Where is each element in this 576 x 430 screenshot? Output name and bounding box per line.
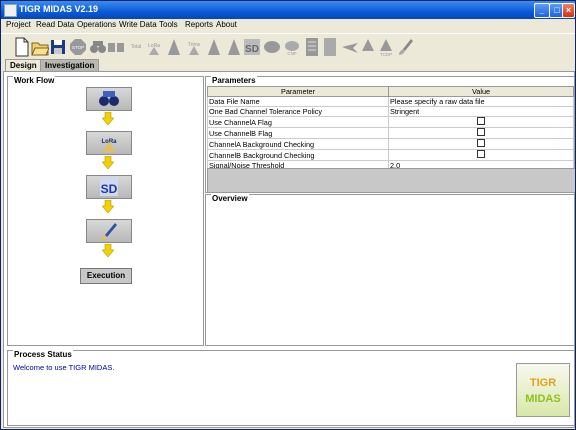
parameters-table: Parameter Value Data File Name Please sp… (207, 86, 574, 171)
filter-icon[interactable]: CNF (283, 37, 301, 57)
workflow-panel: Work Flow LoRa SD Execution (7, 76, 204, 346)
save-disk-icon[interactable] (49, 37, 67, 57)
table-empty-area (207, 168, 575, 193)
menu-write-data[interactable]: Write Data (119, 20, 157, 29)
menu-bar: Project Read Data Operations Write Data … (1, 19, 575, 32)
new-file-icon[interactable] (13, 37, 31, 57)
param-name: ChannelB Background Checking (207, 149, 389, 161)
slice-icon[interactable] (205, 37, 223, 57)
checkbox[interactable] (477, 139, 485, 147)
svg-text:TCDP: TCDP (380, 52, 392, 57)
table-row[interactable]: Use ChannelB Flag (207, 127, 574, 139)
table-row[interactable]: One Bad Channel Tolerance Policy Stringe… (207, 106, 574, 117)
param-name: Use ChannelA Flag (207, 116, 389, 128)
menu-operations[interactable]: Operations (77, 20, 116, 29)
app-icon (4, 4, 17, 17)
svg-text:Total: Total (131, 44, 142, 50)
parameters-title: Parameters (211, 76, 257, 85)
design-panel: Work Flow LoRa SD Execution Parameters (3, 71, 575, 428)
stop-icon[interactable]: STOP (69, 37, 87, 57)
workflow-brush-step[interactable] (86, 219, 132, 243)
param-name: Use ChannelB Flag (207, 127, 389, 139)
workflow-lowess-step[interactable]: LoRa (86, 131, 132, 155)
table-row[interactable]: Data File Name Please specify a raw data… (207, 96, 574, 107)
checkbox[interactable] (477, 117, 485, 125)
table-row[interactable]: ChannelB Background Checking (207, 149, 574, 161)
menu-project[interactable]: Project (6, 20, 31, 29)
column-header-value[interactable]: Value (388, 86, 574, 97)
close-button[interactable]: × (562, 3, 575, 18)
menu-read-data[interactable]: Read Data (36, 20, 74, 29)
workflow-title: Work Flow (13, 76, 56, 85)
arrow-down-icon (102, 244, 114, 257)
rmm-icon[interactable] (359, 37, 377, 57)
execution-button[interactable]: Execution (80, 268, 132, 284)
lowess-icon[interactable]: LoRa (145, 37, 163, 57)
param-value-select[interactable]: Stringent (388, 106, 574, 117)
tab-design[interactable]: Design (5, 59, 42, 71)
overview-panel: Overview (205, 194, 575, 346)
svg-text:CNF: CNF (287, 51, 296, 56)
table-row[interactable]: Use ChannelA Flag (207, 116, 574, 128)
normalize-icon[interactable] (165, 37, 183, 57)
checkbox[interactable] (477, 128, 485, 136)
svg-text:TIGR: TIGR (530, 377, 556, 389)
menu-reports[interactable]: Reports (185, 20, 213, 29)
open-folder-icon[interactable] (31, 37, 49, 57)
arrow-down-icon (102, 200, 114, 213)
binoculars-icon[interactable] (89, 37, 107, 57)
svg-text:SD: SD (245, 44, 259, 55)
svg-text:STOP: STOP (72, 45, 84, 50)
menu-about[interactable]: About (216, 20, 237, 29)
split-icon[interactable] (107, 37, 125, 57)
page-icon[interactable] (321, 37, 339, 57)
overview-title: Overview (211, 194, 249, 203)
title-bar[interactable]: TIGR MIDAS V2.19 _ □ × (1, 1, 575, 19)
status-message: Welcome to use TIGR MIDAS. (13, 363, 115, 372)
column-header-parameter[interactable]: Parameter (207, 86, 389, 97)
process-status-panel: Process Status Welcome to use TIGR MIDAS… (7, 350, 575, 426)
minimize-button[interactable]: _ (534, 3, 550, 18)
total-lowess-icon[interactable]: Total (127, 37, 145, 57)
tab-investigation[interactable]: Investigation (40, 59, 100, 71)
arrow-down-icon (102, 112, 114, 125)
param-value-input[interactable]: Please specify a raw data file (388, 96, 574, 107)
flip-icon[interactable]: Trims (185, 37, 203, 57)
table-row[interactable]: ChannelA Background Checking (207, 138, 574, 150)
workflow-binoculars-step[interactable] (86, 87, 132, 111)
svg-text:SD: SD (101, 182, 118, 196)
variance-icon[interactable] (225, 37, 243, 57)
tigr-midas-logo: TIGR MIDAS (516, 363, 570, 417)
toolbar: STOP Total LoRa Trims SD CNF TCDP (1, 33, 575, 60)
window-title: TIGR MIDAS V2.19 (19, 4, 99, 14)
checkbox[interactable] (477, 150, 485, 158)
main-window: TIGR MIDAS V2.19 _ □ × Project Read Data… (0, 0, 576, 430)
param-name: ChannelA Background Checking (207, 138, 389, 150)
menu-tools[interactable]: Tools (159, 20, 178, 29)
sd-icon[interactable]: SD (243, 37, 261, 57)
kernel-icon[interactable] (263, 37, 281, 57)
workflow-sd-step[interactable]: SD (86, 175, 132, 199)
arrow-down-icon (102, 156, 114, 169)
plane-icon[interactable] (341, 37, 359, 57)
brush-icon[interactable] (397, 37, 415, 57)
process-status-title: Process Status (13, 350, 73, 359)
document-icon[interactable] (303, 37, 321, 57)
parameters-panel: Parameters Parameter Value Data File Nam… (205, 76, 575, 193)
svg-text:MIDAS: MIDAS (525, 393, 560, 405)
param-name: Data File Name (207, 96, 389, 107)
param-name: One Bad Channel Tolerance Policy (207, 106, 389, 117)
tcdp-icon[interactable]: TCDP (377, 37, 395, 57)
